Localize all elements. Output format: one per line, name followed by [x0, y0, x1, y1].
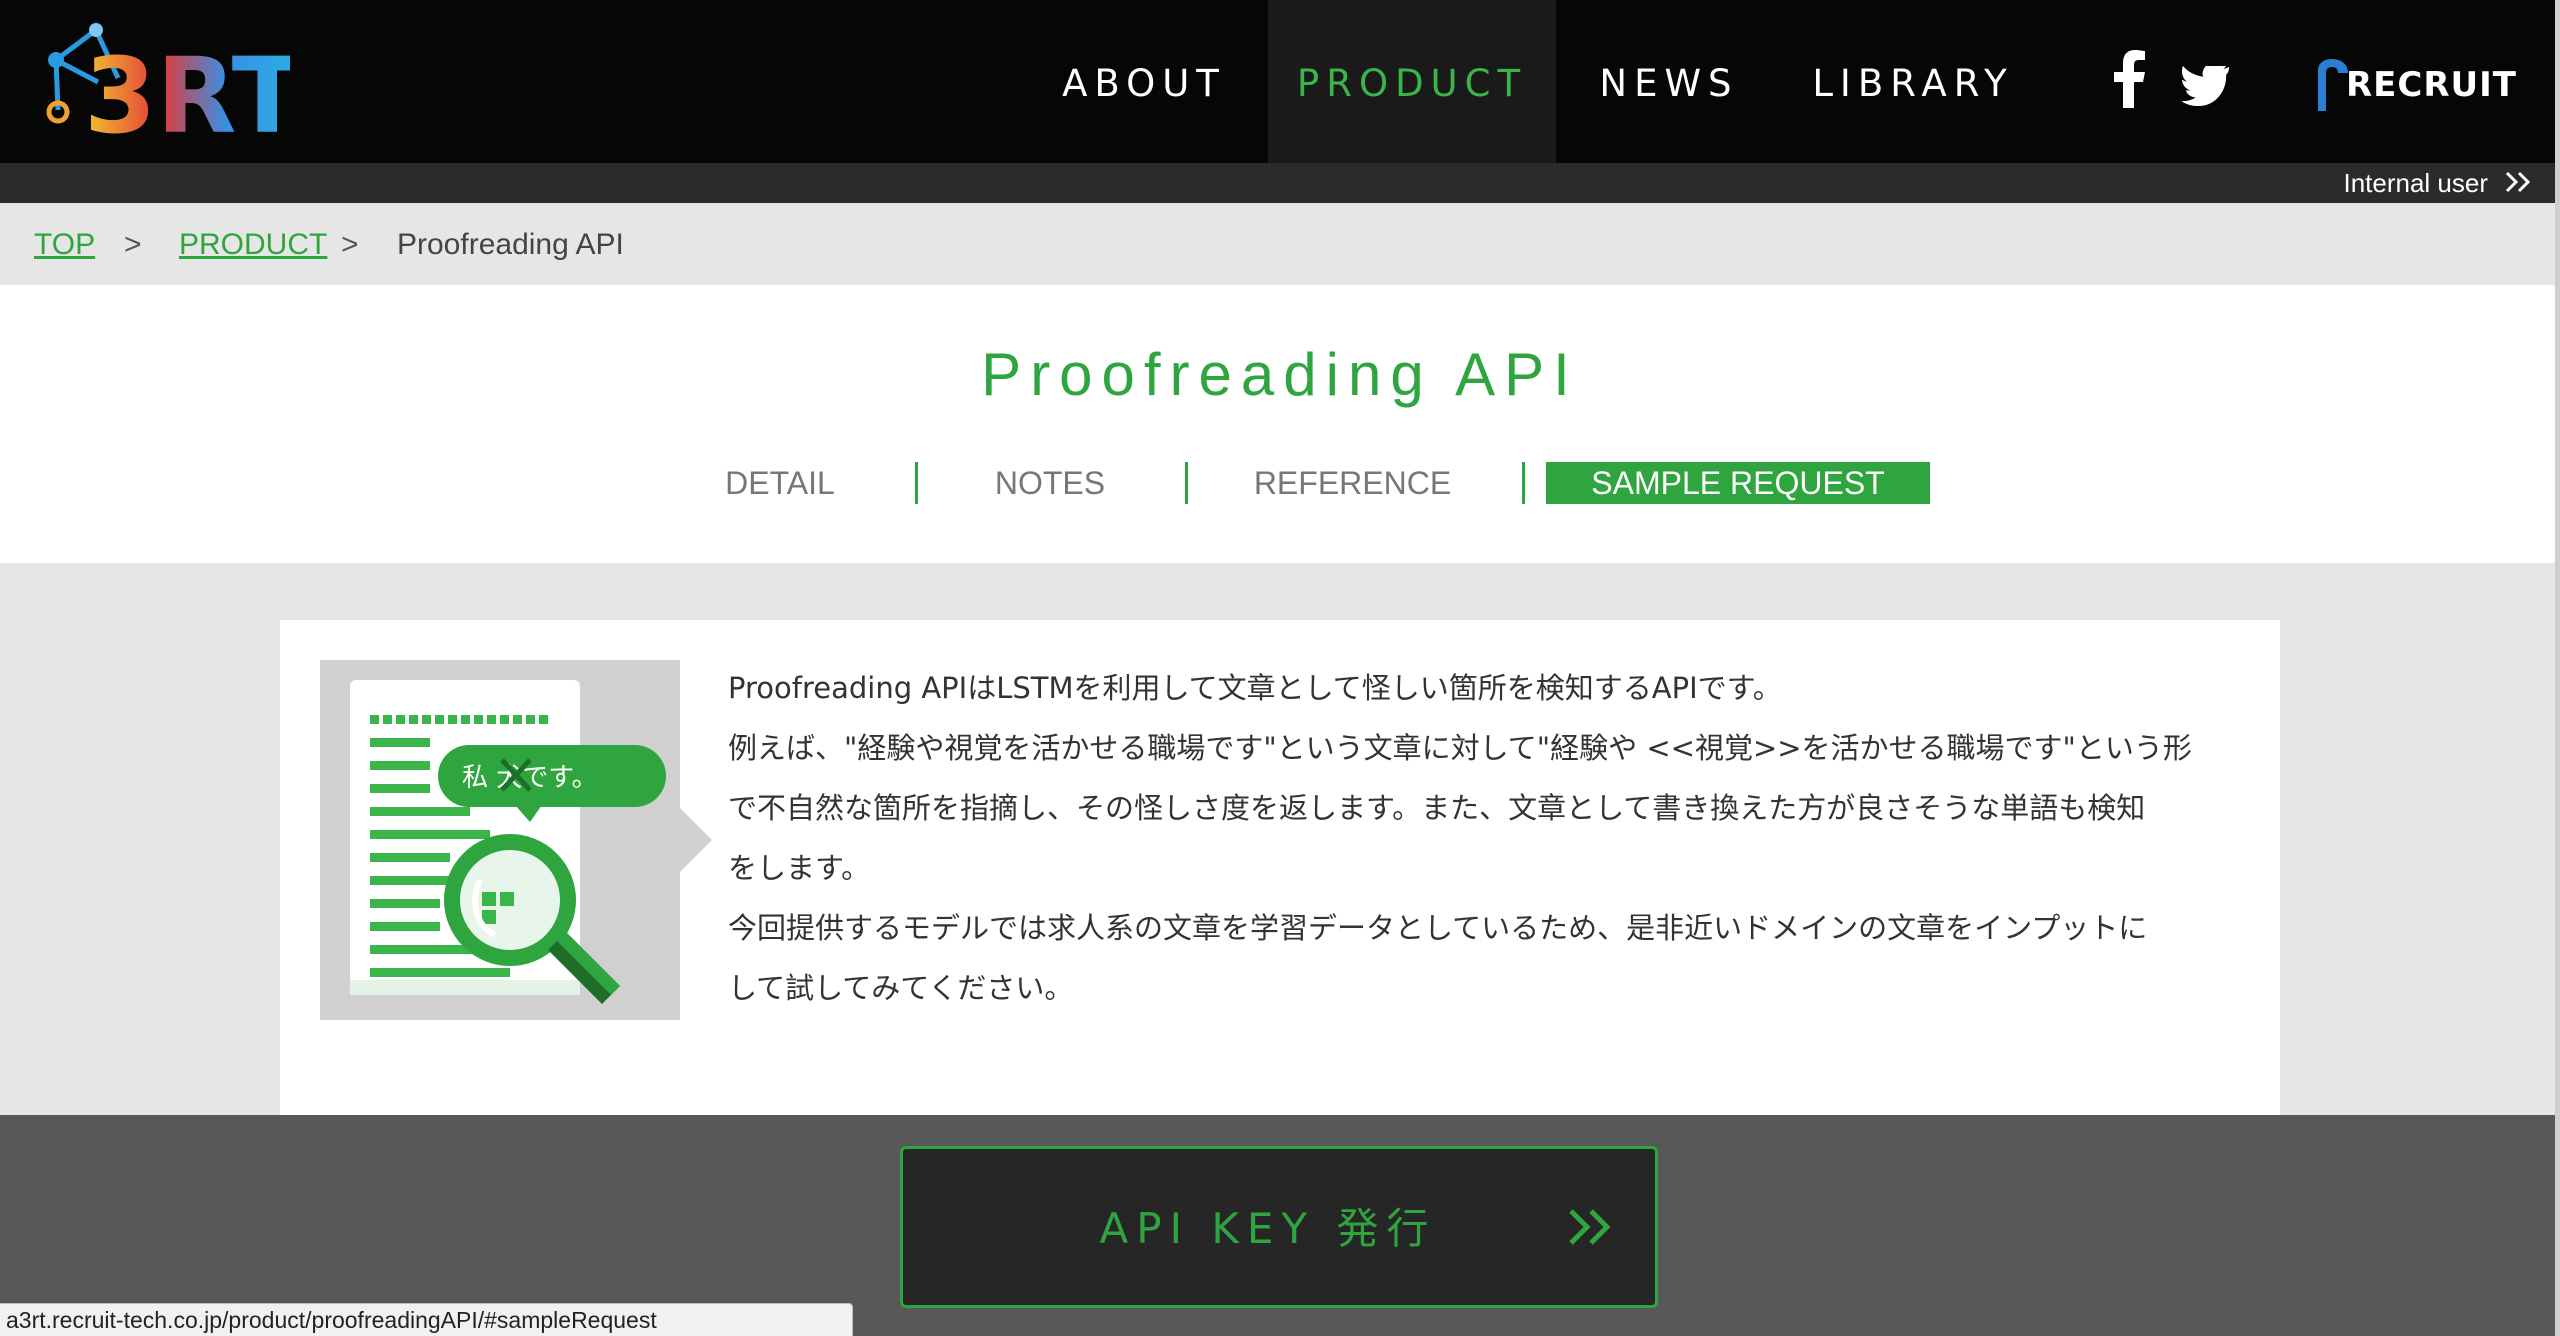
breadcrumb-separator: >: [341, 228, 359, 261]
twitter-icon[interactable]: [2181, 62, 2230, 107]
nav-product[interactable]: PRODUCT: [1268, 0, 1556, 163]
tab-divider: [1185, 462, 1188, 504]
page-title: Proofreading API: [981, 341, 1579, 408]
api-key-issue-button[interactable]: API KEY 発行: [900, 1146, 1658, 1308]
double-chevron-right-icon: [1567, 1207, 1617, 1247]
breadcrumb: [0, 203, 2560, 285]
breadcrumb-top-link[interactable]: TOP: [34, 203, 95, 285]
tab-detail[interactable]: DETAIL: [700, 462, 860, 504]
tab-reference[interactable]: REFERENCE: [1240, 462, 1465, 504]
nav-library[interactable]: LIBRARY: [1810, 0, 2016, 163]
proofreading-illustration: 私 犬です。: [320, 660, 712, 1020]
nav-news[interactable]: NEWS: [1586, 0, 1752, 163]
breadcrumb-separator: >: [124, 228, 142, 261]
tab-notes[interactable]: NOTES: [970, 462, 1130, 504]
description-line: をします。: [728, 851, 871, 885]
description-text: Proofreading APIはLSTMを利用して文章として怪しい箇所を検知す…: [728, 658, 2208, 1018]
status-url: a3rt.recruit-tech.co.jp/product/proofrea…: [6, 1307, 657, 1333]
recruit-logo[interactable]: RECRUIT: [2312, 55, 2522, 115]
title-section: [0, 285, 2560, 563]
tab-sample-request[interactable]: SAMPLE REQUEST: [1546, 462, 1930, 504]
tab-divider: [915, 462, 918, 504]
svg-text:3RT: 3RT: [84, 35, 290, 140]
tab-divider: [1522, 462, 1525, 504]
sub-header-bar: [0, 163, 2560, 203]
window-edge: [2555, 0, 2560, 1336]
browser-status-bar: a3rt.recruit-tech.co.jp/product/proofrea…: [0, 1303, 853, 1336]
nav-about[interactable]: ABOUT: [1052, 0, 1236, 163]
description-line: して試してみてください。: [728, 971, 1074, 1005]
breadcrumb-product-link[interactable]: PRODUCT: [179, 203, 327, 285]
recruit-brand-text: RECRUIT: [2346, 65, 2517, 105]
facebook-icon[interactable]: [2104, 50, 2154, 110]
breadcrumb-current: Proofreading API: [397, 228, 624, 261]
description-line: 例えば、"経験や視覚を活かせる職場です"という文章に対して"経験や <<視覚>>…: [728, 731, 2192, 765]
double-chevron-right-icon[interactable]: [2504, 170, 2534, 194]
api-key-button-label: API KEY 発行: [1099, 1204, 1437, 1253]
description-line: 今回提供するモデルでは求人系の文章を学習データとしているため、是非近いドメインの…: [728, 911, 2148, 945]
description-line: で不自然な箇所を指摘し、その怪しさ度を返します。また、文章として書き換えた方が良…: [728, 791, 2146, 825]
internal-user-link[interactable]: Internal user: [2343, 163, 2488, 203]
description-line: Proofreading APIはLSTMを利用して文章として怪しい箇所を検知す…: [728, 671, 1782, 705]
a3rt-logo[interactable]: 3RT: [38, 20, 303, 157]
